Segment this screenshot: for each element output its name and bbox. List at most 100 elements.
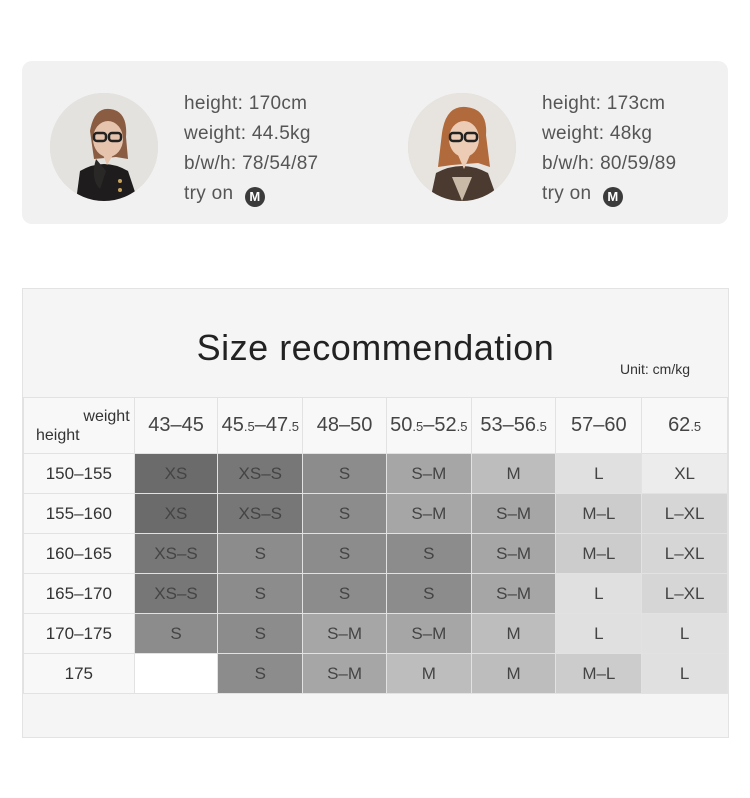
height-range-label: 175	[23, 653, 135, 694]
height-range-label: 150–155	[23, 453, 135, 494]
weight-column-header: 50.5–52.5	[385, 397, 472, 454]
size-cell: S–M	[385, 493, 472, 534]
size-cell: S	[217, 653, 304, 694]
model-2-try-on: try on M	[542, 179, 676, 209]
weight-range-decimal: .5	[456, 419, 468, 434]
table-row: 165–170 XS–S S S S S–M L L–XL	[23, 573, 728, 614]
model-1-try-on-label: try on	[184, 183, 234, 204]
table-row: 160–165 XS–S S S S S–M M–L L–XL	[23, 533, 728, 574]
size-cell: XL	[641, 453, 728, 494]
size-cell: M	[470, 453, 557, 494]
size-cell: XS–S	[217, 453, 304, 494]
size-cell: M–L	[555, 493, 643, 534]
corner-height-label: height	[36, 427, 80, 444]
weight-range-decimal: .5	[690, 419, 702, 434]
size-cell: XS–S	[133, 573, 219, 614]
weight-range-label: –47	[254, 414, 289, 436]
model-1-weight: weight: 44.5kg	[184, 123, 311, 144]
size-cell: XS–S	[133, 533, 219, 574]
weight-column-header: 53–56.5	[470, 397, 557, 454]
size-cell: S–M	[385, 613, 472, 654]
size-cell: S	[217, 573, 304, 614]
model-1-stats: height: 170cm weight: 44.5kg b/w/h: 78/5…	[184, 89, 318, 209]
table-row: 155–160 XS XS–S S S–M S–M M–L L–XL	[23, 493, 728, 534]
weight-column-header: 48–50	[302, 397, 387, 454]
model-2-weight: weight: 48kg	[542, 123, 653, 144]
size-cell: L	[641, 653, 728, 694]
size-cell: S–M	[302, 613, 387, 654]
size-cell: S–M	[385, 453, 472, 494]
model-1-avatar	[50, 93, 158, 201]
size-cell: S–M	[470, 573, 557, 614]
model-2-size-badge: M	[602, 187, 623, 207]
weight-range-label: 57–60	[571, 414, 627, 436]
height-range-label: 160–165	[23, 533, 135, 574]
model-2-stats: height: 173cm weight: 48kg b/w/h: 80/59/…	[542, 89, 676, 209]
size-cell: L	[641, 613, 728, 654]
height-range-label: 155–160	[23, 493, 135, 534]
model-card: height: 170cm weight: 44.5kg b/w/h: 78/5…	[22, 61, 728, 224]
size-cell: S	[302, 573, 387, 614]
size-cell: L	[555, 453, 643, 494]
model-2-try-on-label: try on	[542, 183, 592, 204]
size-table-body: 150–155 XS XS–S S S–M M L XL 155–160 XS XS–S S S–M S–…	[23, 453, 728, 694]
model-1-try-on: try on M	[184, 179, 318, 209]
size-cell: M	[470, 653, 557, 694]
size-cell: S	[385, 533, 472, 574]
weight-column-header: 62.5	[641, 397, 728, 454]
weight-range-label: –52	[423, 414, 457, 436]
model-2-height: height: 173cm	[542, 93, 666, 114]
corner-cell: weight height	[23, 397, 135, 454]
table-row: 175 S S–M M M M–L L	[23, 653, 728, 694]
size-table: weight height 43–45 45.5–47.5 48–50 50.5–52…	[23, 397, 728, 694]
size-cell: M	[385, 653, 472, 694]
size-cell: M–L	[555, 653, 643, 694]
weight-range-label: 53–56	[480, 414, 536, 436]
size-cell: S	[217, 533, 304, 574]
model-2-photo	[408, 93, 516, 201]
size-recommendation-panel: Size recommendation Unit: cm/kg weight h…	[22, 288, 729, 738]
model-2-avatar	[408, 93, 516, 201]
size-cell: S	[302, 493, 387, 534]
size-cell	[133, 653, 219, 694]
weight-range-label: 45	[221, 414, 244, 436]
size-cell: M–L	[555, 533, 643, 574]
weight-column-header: 43–45	[133, 397, 219, 454]
size-cell: S–M	[470, 533, 557, 574]
model-1-bwh: b/w/h: 78/54/87	[184, 153, 319, 174]
size-cell: S	[133, 613, 219, 654]
size-cell: S	[302, 533, 387, 574]
size-cell: L–XL	[641, 573, 728, 614]
size-cell: S–M	[470, 493, 557, 534]
size-cell: S	[217, 613, 304, 654]
size-cell: L–XL	[641, 533, 728, 574]
weight-range-decimal: .5	[412, 419, 424, 434]
corner-weight-label: weight	[83, 408, 130, 425]
size-cell: M	[470, 613, 557, 654]
model-2-bwh: b/w/h: 80/59/89	[542, 153, 677, 174]
size-cell: L	[555, 573, 643, 614]
size-cell: L–XL	[641, 493, 728, 534]
weight-range-decimal: .5	[243, 419, 255, 434]
model-1-height: height: 170cm	[184, 93, 308, 114]
size-table-header-row: weight height 43–45 45.5–47.5 48–50 50.5–52…	[23, 397, 728, 454]
weight-range-label: 43–45	[148, 414, 204, 436]
weight-range-label: 62	[668, 414, 691, 436]
weight-column-header: 45.5–47.5	[217, 397, 304, 454]
height-range-label: 170–175	[23, 613, 135, 654]
weight-range-label: 50	[390, 414, 413, 436]
height-range-label: 165–170	[23, 573, 135, 614]
size-cell: XS	[133, 493, 219, 534]
size-cell: XS	[133, 453, 219, 494]
size-cell: XS–S	[217, 493, 304, 534]
unit-note: Unit: cm/kg	[619, 361, 690, 377]
model-1-size-badge: M	[244, 187, 265, 207]
size-cell: S	[385, 573, 472, 614]
weight-range-label: 48–50	[316, 414, 373, 436]
size-cell: S–M	[302, 653, 387, 694]
model-1-photo	[50, 93, 158, 201]
weight-range-decimal: .5	[288, 419, 299, 434]
weight-column-header: 57–60	[555, 397, 643, 454]
table-row: 170–175 S S S–M S–M M L L	[23, 613, 728, 654]
size-cell: L	[555, 613, 643, 654]
